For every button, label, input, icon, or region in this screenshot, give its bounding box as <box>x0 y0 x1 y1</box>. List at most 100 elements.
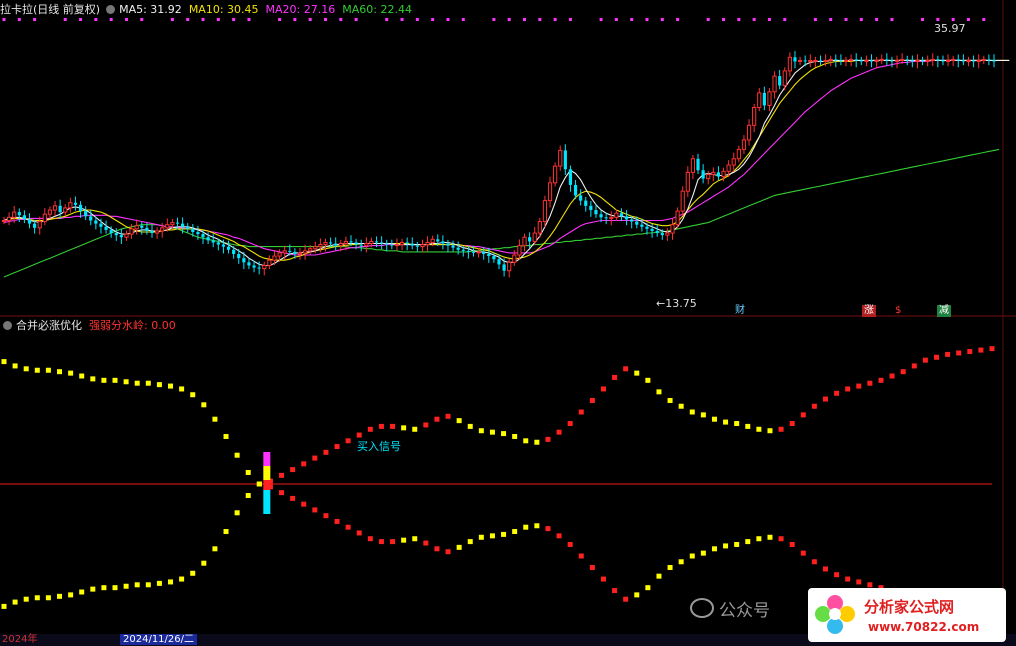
buy-bar-yellow <box>263 466 271 480</box>
candle-body-down <box>910 60 914 62</box>
signal-dot <box>247 18 251 21</box>
candle-body-down <box>650 228 654 231</box>
signal-dot <box>492 18 496 21</box>
signal-dot <box>33 18 37 21</box>
candle-body-up <box>665 232 670 236</box>
candle-body-up <box>262 264 267 270</box>
oscillator-point <box>634 370 640 376</box>
signal-dot <box>308 18 312 21</box>
settings-icon[interactable] <box>106 5 116 14</box>
oscillator-point <box>301 501 307 507</box>
candle-body-down <box>579 195 583 201</box>
candle-body-up <box>1 219 7 222</box>
candle-body-up <box>302 250 308 254</box>
candle-body-down <box>334 243 338 246</box>
candle-body-up <box>267 259 272 266</box>
candle-body-down <box>206 237 210 241</box>
oscillator-point <box>623 596 629 602</box>
oscillator-point <box>79 373 85 379</box>
candle-body-up <box>894 59 900 62</box>
signal-dot <box>293 18 297 21</box>
oscillator-point <box>534 523 540 529</box>
oscillator-point <box>190 392 196 398</box>
oscillator-point <box>345 524 351 530</box>
oscillator-point <box>789 541 795 547</box>
buy-signal-bar <box>263 452 271 514</box>
candle-body-up <box>542 200 548 223</box>
oscillator-point <box>501 431 507 437</box>
candle-body-down <box>436 239 440 242</box>
candle-body-down <box>73 202 78 205</box>
candle-body-down <box>640 224 644 227</box>
oscillator-point <box>745 423 751 429</box>
oscillator-point <box>523 524 529 530</box>
candle-body-down <box>987 59 991 61</box>
oscillator-point <box>156 382 162 388</box>
signal-dot <box>783 18 787 21</box>
signal-dot <box>966 18 970 21</box>
marker-dollar[interactable]: $ <box>893 305 903 317</box>
candle-body-down <box>216 242 220 245</box>
oscillator-point <box>34 595 40 601</box>
oscillator-point <box>90 376 96 382</box>
candle-body-down <box>175 222 180 224</box>
indicator-settings-icon[interactable] <box>3 321 12 330</box>
candle-body-down <box>793 57 797 62</box>
marker-cai[interactable]: 财 <box>733 305 747 317</box>
oscillator-point <box>678 559 684 565</box>
candle-body-up <box>420 244 425 248</box>
oscillator-point <box>867 380 873 386</box>
oscillator-point <box>645 585 651 591</box>
candle-body-up <box>813 59 818 62</box>
oscillator-point <box>356 432 362 438</box>
oscillator-point <box>512 529 518 535</box>
candle-body-up <box>532 232 537 242</box>
candle-body-down <box>288 250 292 252</box>
ma10-label: MA10: 30.45 <box>188 3 259 16</box>
oscillator-point <box>689 553 695 559</box>
oscillator-point <box>190 570 196 576</box>
candle-body-down <box>390 244 394 246</box>
oscillator-point <box>956 350 962 356</box>
signal-dot <box>737 18 741 21</box>
candle-body-down <box>385 243 389 245</box>
candle-body-down <box>99 223 103 227</box>
candle-body-down <box>778 76 782 86</box>
oscillator-point <box>45 367 51 373</box>
oscillator-point <box>390 539 396 545</box>
signal-dot <box>875 18 879 21</box>
oscillator-point <box>834 390 840 396</box>
oscillator-point <box>112 585 118 591</box>
candle-body-down <box>834 59 838 61</box>
low-price-label: ←13.75 <box>656 297 697 310</box>
signal-dot <box>170 18 174 21</box>
candle-body-down <box>232 249 236 254</box>
oscillator-point <box>489 533 495 539</box>
oscillator-point <box>689 409 695 415</box>
oscillator-point <box>667 397 673 403</box>
candle-body-up <box>706 173 711 180</box>
oscillator-point <box>512 433 518 439</box>
candle-body-up <box>925 59 930 62</box>
signal-dot <box>706 18 710 21</box>
signal-dot <box>140 18 144 21</box>
candle-body-up <box>430 238 435 243</box>
candle-body-up <box>849 58 854 61</box>
signal-dot <box>507 18 511 21</box>
candle-body-up <box>614 212 619 218</box>
candle-body-up <box>787 56 792 72</box>
signal-dot <box>385 18 389 21</box>
marker-zhang[interactable]: 涨 <box>862 305 876 317</box>
candle-body-down <box>502 264 506 271</box>
oscillator-point <box>223 529 229 535</box>
candle-body-up <box>512 254 517 263</box>
candle-body-down <box>630 219 634 222</box>
candle-body-down <box>328 242 333 244</box>
oscillator-point <box>1 603 7 609</box>
candle-body-down <box>33 223 37 228</box>
marker-jian[interactable]: 减 <box>937 305 951 317</box>
oscillator-point <box>534 439 540 445</box>
date-cursor-tag: 2024/11/26/二 <box>120 634 198 645</box>
candle-body-up <box>537 221 542 234</box>
oscillator-point <box>145 582 151 588</box>
